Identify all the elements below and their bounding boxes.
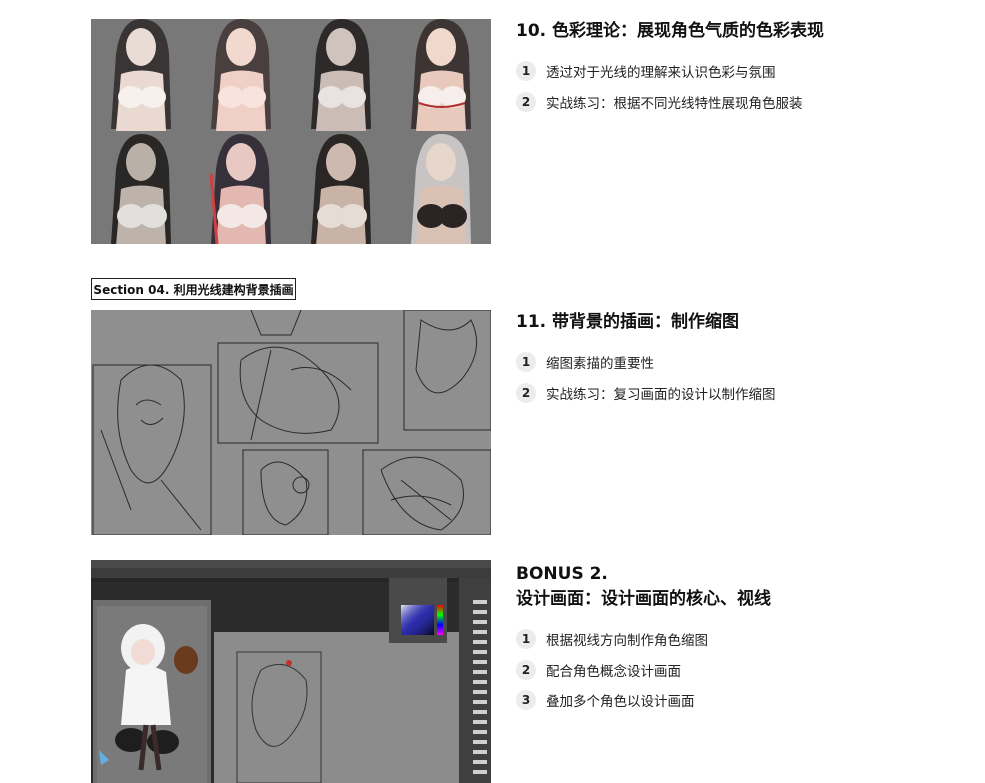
lesson-title: 11. 带背景的插画：制作缩图	[516, 312, 740, 332]
item-number: 2	[516, 659, 536, 680]
lesson-11-info: 11. 带背景的插画：制作缩图 1 缩图素描的重要性 2 实战练习：复习画面的设…	[516, 310, 956, 408]
photoshop-workspace-illustration	[91, 560, 491, 783]
lesson-title: BONUS 2.	[516, 564, 608, 584]
item-number: 1	[516, 352, 536, 373]
item-number: 1	[516, 61, 536, 82]
item-number: 2	[516, 91, 536, 112]
item-text: 缩图素描的重要性	[546, 356, 654, 373]
item-text: 实战练习：复习画面的设计以制作缩图	[546, 386, 776, 403]
item-text: 实战练习：根据不同光线特性展现角色服装	[546, 95, 803, 112]
lesson-title: 10. 色彩理论：展现角色气质的色彩表现	[516, 21, 825, 41]
color-study-image	[91, 19, 491, 244]
item-text: 根据视线方向制作角色缩图	[546, 633, 708, 650]
thumbnail-sketches-illustration	[91, 310, 491, 535]
lesson-item: 2 实战练习：复习画面的设计以制作缩图	[516, 378, 956, 409]
bonus-2-info: BONUS 2. 设计画面：设计画面的核心、视线 1 根据视线方向制作角色缩图 …	[516, 562, 956, 716]
lesson-10-info: 10. 色彩理论：展现角色气质的色彩表现 1 透过对于光线的理解来认识色彩与氛围…	[516, 19, 956, 117]
item-number: 1	[516, 629, 536, 650]
lesson-item: 3 叠加多个角色以设计画面	[516, 685, 956, 716]
section-label: Section 04. 利用光线建构背景插画	[91, 278, 296, 300]
lesson-item: 1 根据视线方向制作角色缩图	[516, 624, 956, 655]
lesson-item: 1 缩图素描的重要性	[516, 347, 956, 378]
photoshop-screenshot-image	[91, 560, 491, 783]
item-text: 配合角色概念设计画面	[546, 663, 681, 680]
item-text: 叠加多个角色以设计画面	[546, 694, 695, 711]
lesson-subtitle: 设计画面：设计画面的核心、视线	[516, 589, 771, 609]
item-number: 3	[516, 690, 536, 711]
color-study-illustration	[91, 19, 491, 244]
thumbnail-sketch-image	[91, 310, 491, 535]
item-number: 2	[516, 382, 536, 403]
item-text: 透过对于光线的理解来认识色彩与氛围	[546, 65, 776, 82]
lesson-item: 2 实战练习：根据不同光线特性展现角色服装	[516, 87, 956, 118]
lesson-item: 1 透过对于光线的理解来认识色彩与氛围	[516, 56, 956, 87]
lesson-item: 2 配合角色概念设计画面	[516, 655, 956, 686]
